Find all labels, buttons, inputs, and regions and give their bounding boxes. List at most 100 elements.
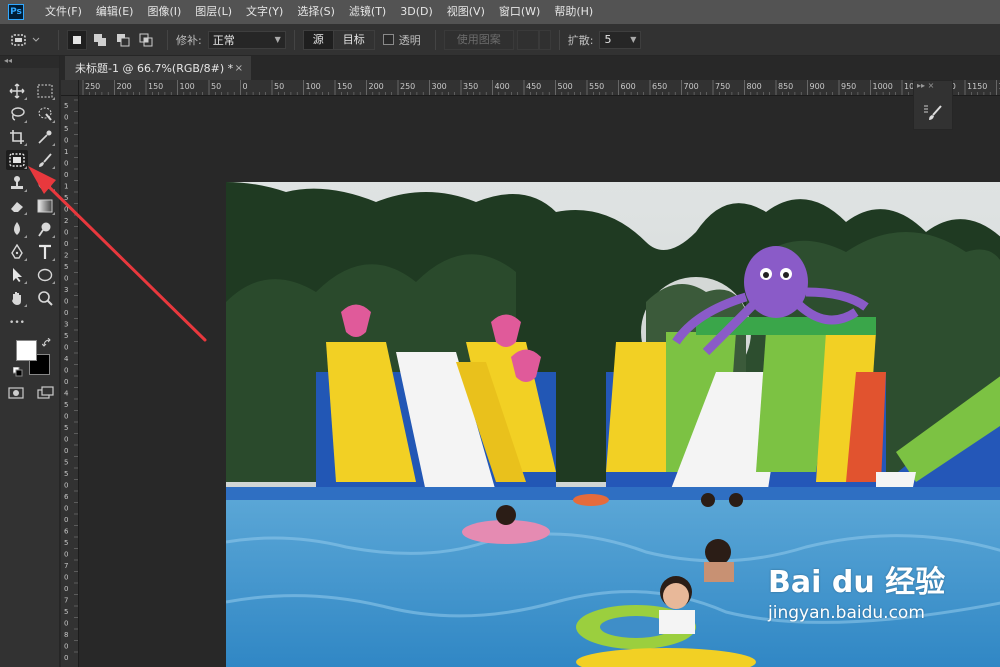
diffusion-label: 扩散: <box>567 33 594 47</box>
zoom-tool-button[interactable] <box>34 288 56 308</box>
ruler-corner[interactable] <box>61 80 79 96</box>
ellipse-tool-icon <box>37 268 53 282</box>
ruler-label: 850 <box>778 82 793 91</box>
subtract-selection-icon <box>117 33 130 46</box>
menu-filter[interactable]: 滤镜(T) <box>342 0 393 24</box>
new-selection-button[interactable] <box>67 29 87 50</box>
ruler-label: 5 <box>64 401 68 409</box>
ruler-label: 100 <box>180 82 195 91</box>
ruler-label: 6 <box>64 493 69 501</box>
ruler-label: 650 <box>652 82 667 91</box>
ruler-label: 5 <box>64 608 68 616</box>
destination-button[interactable]: 目标 <box>332 30 374 49</box>
brush-settings-panel: ▸▸ × <box>913 80 953 130</box>
ruler-label: 2 <box>64 252 68 260</box>
transparent-checkbox[interactable] <box>382 34 394 45</box>
ps-logo-icon[interactable]: Ps <box>8 4 24 20</box>
toolbox-collapse-icon[interactable]: ◂◂ <box>0 56 59 68</box>
move-tool-button[interactable] <box>6 81 28 101</box>
patch-tool-button[interactable] <box>6 150 28 170</box>
brush-tool-button[interactable] <box>34 150 56 170</box>
patch-label: 修补: <box>176 33 202 47</box>
eraser-tool-icon <box>11 202 23 212</box>
stamp-tool-button[interactable] <box>6 173 28 193</box>
menu-select[interactable]: 选择(S) <box>290 0 342 24</box>
vertical-ruler[interactable]: 5 0 5 0 1 0 0 1 5 0 2 0 0 2 5 0 3 0 0 3 5 0 4 0 0 4 5 0 5 0 0 5 5 0 6 0 0 6 5 0… <box>61 96 79 667</box>
screen-mode-icon[interactable] <box>37 386 55 400</box>
history-brush-tool-button[interactable] <box>34 173 56 193</box>
blur-tool-button[interactable] <box>6 219 28 239</box>
ruler-label: 0 <box>64 585 68 593</box>
menu-edit[interactable]: 编辑(E) <box>89 0 141 24</box>
crop-tool-button[interactable] <box>6 127 28 147</box>
panel-collapse-icon[interactable]: ▸▸ × <box>914 81 952 90</box>
lasso-tool-button[interactable] <box>6 104 28 124</box>
divider <box>293 29 295 50</box>
default-colors-icon[interactable] <box>13 367 23 377</box>
ruler-label: 0 <box>64 160 68 168</box>
pattern-picker[interactable] <box>516 29 539 50</box>
swap-colors-icon[interactable] <box>42 338 52 348</box>
ellipse-tool-button[interactable] <box>34 265 56 285</box>
ruler-label: 0 <box>64 516 68 524</box>
quick-select-tool-button[interactable] <box>34 104 56 124</box>
ruler-label: 0 <box>64 378 68 386</box>
type-tool-button[interactable] <box>34 242 56 262</box>
document-tab-title: 未标题-1 @ 66.7%(RGB/8#) * <box>75 62 234 75</box>
ruler-label: 800 <box>747 82 762 91</box>
hand-tool-button[interactable] <box>6 288 28 308</box>
menu-window[interactable]: 窗口(W) <box>492 0 547 24</box>
patch-mode-select[interactable]: 正常 ▼ <box>207 30 286 49</box>
brush-settings-icon[interactable] <box>922 103 944 121</box>
ruler-label: 0 <box>243 82 248 91</box>
intersect-selection-button[interactable] <box>136 30 156 50</box>
document-tab[interactable]: 未标题-1 @ 66.7%(RGB/8#) * × <box>65 56 251 80</box>
add-selection-button[interactable] <box>90 30 110 50</box>
menu-image[interactable]: 图像(I) <box>140 0 188 24</box>
diffusion-select[interactable]: 5 ▼ <box>599 30 642 49</box>
add-selection-icon <box>94 33 106 46</box>
pattern-picker-dropdown[interactable] <box>538 29 551 50</box>
menu-view[interactable]: 视图(V) <box>440 0 492 24</box>
source-button[interactable]: 源 <box>303 30 333 49</box>
pen-tool-button[interactable] <box>6 242 28 262</box>
ruler-label: 200 <box>117 82 132 91</box>
ruler-label: 500 <box>558 82 573 91</box>
eyedropper-tool-button[interactable] <box>34 127 56 147</box>
watermark-url: jingyan.baidu.com <box>768 603 925 623</box>
ruler-label: 400 <box>495 82 510 91</box>
ruler-label: 100 <box>306 82 321 91</box>
use-pattern-button[interactable]: 使用图案 <box>443 29 514 50</box>
foreground-color-swatch[interactable] <box>16 340 37 361</box>
subtract-selection-button[interactable] <box>113 30 133 50</box>
gradient-tool-button[interactable] <box>34 196 56 216</box>
tool-preset-picker[interactable] <box>10 28 50 52</box>
options-bar: 修补: 正常 ▼ 源 目标 透明 使用图案 扩散: 5 ▼ <box>0 24 1000 56</box>
menu-type[interactable]: 文字(Y) <box>239 0 290 24</box>
ruler-label: 450 <box>526 82 541 91</box>
close-icon[interactable]: × <box>235 63 243 74</box>
dodge-tool-button[interactable] <box>34 219 56 239</box>
menu-3d[interactable]: 3D(D) <box>393 0 440 24</box>
ruler-label: 1 <box>64 183 68 191</box>
more-tools-icon[interactable]: ••• <box>6 313 28 333</box>
path-select-tool-button[interactable] <box>6 265 28 285</box>
quick-mask-icon[interactable] <box>8 387 24 399</box>
patch-mode-value: 正常 <box>212 33 235 47</box>
source-dest-toggle: 源 目标 <box>302 29 375 50</box>
quick-select-tool-icon <box>38 107 52 121</box>
menu-file[interactable]: 文件(F) <box>38 0 89 24</box>
zoom-tool-icon <box>38 291 53 306</box>
menu-layer[interactable]: 图层(L) <box>188 0 239 24</box>
eraser-tool-button[interactable] <box>6 196 28 216</box>
horizontal-ruler[interactable]: 250 200 150 100 50 0 50 100 150 200 250 300 350 400 45… <box>79 80 1000 96</box>
menu-help[interactable]: 帮助(H) <box>547 0 600 24</box>
ruler-label: 8 <box>64 631 68 639</box>
marquee-tool-button[interactable] <box>34 81 56 101</box>
ruler-label: 5 <box>64 102 68 110</box>
ruler-label: 0 <box>64 114 68 122</box>
ruler-label: 250 <box>400 82 415 91</box>
ruler-label: 0 <box>64 551 68 559</box>
ruler-label: 5 <box>64 125 68 133</box>
ruler-label: 0 <box>64 413 68 421</box>
